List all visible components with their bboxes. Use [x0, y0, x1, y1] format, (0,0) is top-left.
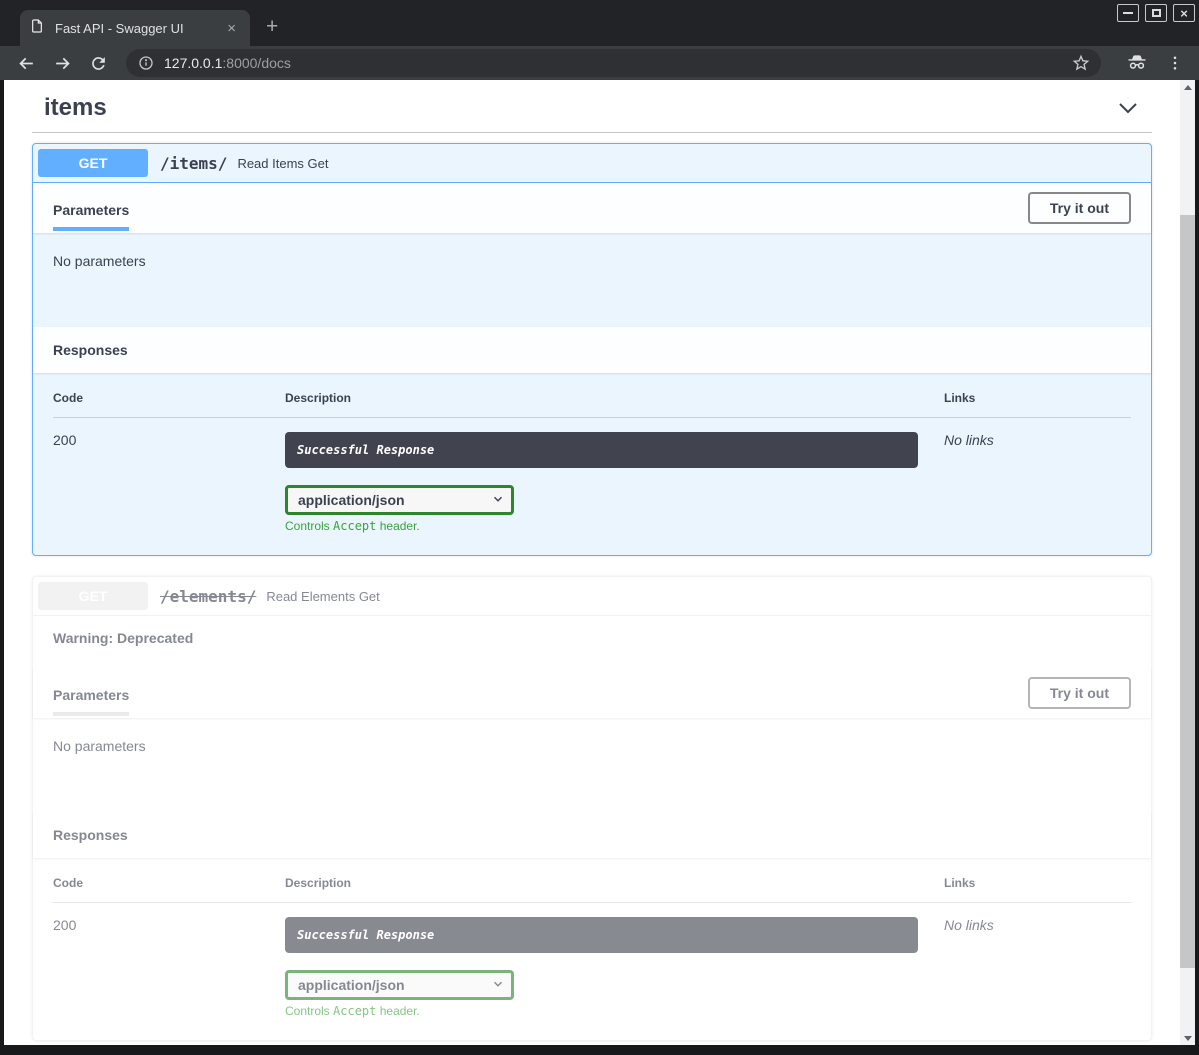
minimize-button[interactable] [1117, 4, 1139, 22]
browser-tab[interactable]: Fast API - Swagger UI × [20, 10, 250, 46]
url-path: :8000/docs [222, 55, 291, 71]
window-controls: × [1117, 4, 1195, 22]
chevron-down-icon[interactable] [1116, 96, 1140, 120]
description-column-header: Description [285, 876, 944, 903]
description-column-header: Description [285, 391, 944, 418]
links-column-header: Links [944, 876, 1131, 903]
incognito-icon[interactable] [1125, 51, 1149, 75]
try-it-out-button[interactable]: Try it out [1028, 192, 1131, 224]
maximize-button[interactable] [1145, 4, 1167, 22]
response-description-cell: Successful Response application/json Con… [285, 418, 944, 533]
swagger-content: items GET /items/ Read Items Get Paramet… [4, 80, 1195, 1041]
accept-header-note: Controls Accept header. [285, 519, 944, 533]
method-badge: GET [38, 149, 148, 177]
code-column-header: Code [53, 391, 285, 418]
no-links-text: No links [944, 903, 1131, 1018]
endpoint-get-items: GET /items/ Read Items Get Parameters Tr… [32, 143, 1152, 556]
close-button[interactable]: × [1173, 4, 1195, 22]
bookmark-star-icon[interactable] [1071, 53, 1091, 73]
scrollbar[interactable] [1180, 80, 1195, 1045]
scroll-down-button[interactable] [1180, 1031, 1195, 1045]
back-button[interactable] [14, 51, 38, 75]
tag-title: items [44, 94, 107, 122]
menu-button[interactable] [1163, 51, 1187, 75]
parameters-tab: Parameters [53, 671, 129, 716]
reload-button[interactable] [86, 51, 110, 75]
document-icon [29, 18, 45, 39]
code-column-header: Code [53, 876, 285, 903]
triangle-down-icon [1184, 1036, 1192, 1041]
no-links-text: No links [944, 418, 1131, 533]
response-code: 200 [53, 903, 285, 1018]
parameters-header: Parameters Try it out [33, 668, 1151, 718]
method-badge: GET [38, 582, 148, 610]
responses-title: Responses [33, 327, 1151, 373]
endpoint-summary-row[interactable]: GET /items/ Read Items Get [33, 144, 1151, 183]
new-tab-button[interactable]: + [260, 14, 284, 39]
parameters-body: No parameters [33, 718, 1151, 812]
responses-table: Code Description Links 200 Successful Re… [53, 876, 1131, 1018]
try-it-out-button[interactable]: Try it out [1028, 677, 1131, 709]
endpoint-path: /items/ [148, 154, 237, 173]
scroll-up-button[interactable] [1180, 80, 1195, 94]
media-type-select-wrap: application/json [285, 970, 514, 1000]
close-icon: × [1180, 7, 1188, 20]
url-text: 127.0.0.1:8000/docs [164, 55, 291, 71]
response-description-box: Successful Response [285, 432, 918, 468]
endpoint-get-elements-deprecated: GET /elements/ Read Elements Get Warning… [32, 576, 1152, 1041]
endpoint-summary: Read Items Get [237, 156, 328, 171]
no-parameters-text: No parameters [53, 253, 146, 269]
browser-toolbar: 127.0.0.1:8000/docs [0, 46, 1199, 80]
response-description-box: Successful Response [285, 917, 918, 953]
swagger-page: items GET /items/ Read Items Get Paramet… [4, 80, 1195, 1045]
triangle-up-icon [1184, 85, 1192, 90]
title-bar: Fast API - Swagger UI × + × [0, 0, 1199, 46]
media-type-select[interactable]: application/json [285, 485, 514, 515]
minimize-icon [1123, 12, 1133, 14]
forward-icon [53, 54, 72, 73]
back-icon [17, 54, 36, 73]
tab-close-icon[interactable]: × [223, 19, 240, 38]
no-parameters-text: No parameters [53, 738, 146, 754]
responses-table: Code Description Links 200 Successful Re… [53, 391, 1131, 533]
url-host: 127.0.0.1 [164, 55, 222, 71]
reload-icon [89, 54, 108, 73]
deprecated-warning: Warning: Deprecated [33, 616, 1151, 668]
scroll-thumb[interactable] [1180, 215, 1195, 968]
endpoint-summary: Read Elements Get [266, 589, 379, 604]
endpoint-summary-row[interactable]: GET /elements/ Read Elements Get [33, 577, 1151, 616]
forward-button[interactable] [50, 51, 74, 75]
parameters-tab: Parameters [53, 186, 129, 231]
responses-title: Responses [33, 812, 1151, 858]
tab-title: Fast API - Swagger UI [55, 21, 223, 36]
media-type-select[interactable]: application/json [285, 970, 514, 1000]
tag-section-header[interactable]: items [32, 86, 1152, 133]
media-type-select-wrap: application/json [285, 485, 514, 515]
parameters-body: No parameters [33, 233, 1151, 327]
kebab-menu-icon [1166, 54, 1184, 72]
parameters-header: Parameters Try it out [33, 183, 1151, 233]
endpoint-path: /elements/ [148, 587, 266, 606]
links-column-header: Links [944, 391, 1131, 418]
responses-body: Code Description Links 200 Successful Re… [33, 373, 1151, 555]
accept-header-note: Controls Accept header. [285, 1004, 944, 1018]
response-description-cell: Successful Response application/json Con… [285, 903, 944, 1018]
address-bar[interactable]: 127.0.0.1:8000/docs [126, 49, 1101, 77]
response-code: 200 [53, 418, 285, 533]
responses-body: Code Description Links 200 Successful Re… [33, 858, 1151, 1040]
maximize-icon [1152, 9, 1161, 17]
info-icon[interactable] [138, 55, 154, 71]
